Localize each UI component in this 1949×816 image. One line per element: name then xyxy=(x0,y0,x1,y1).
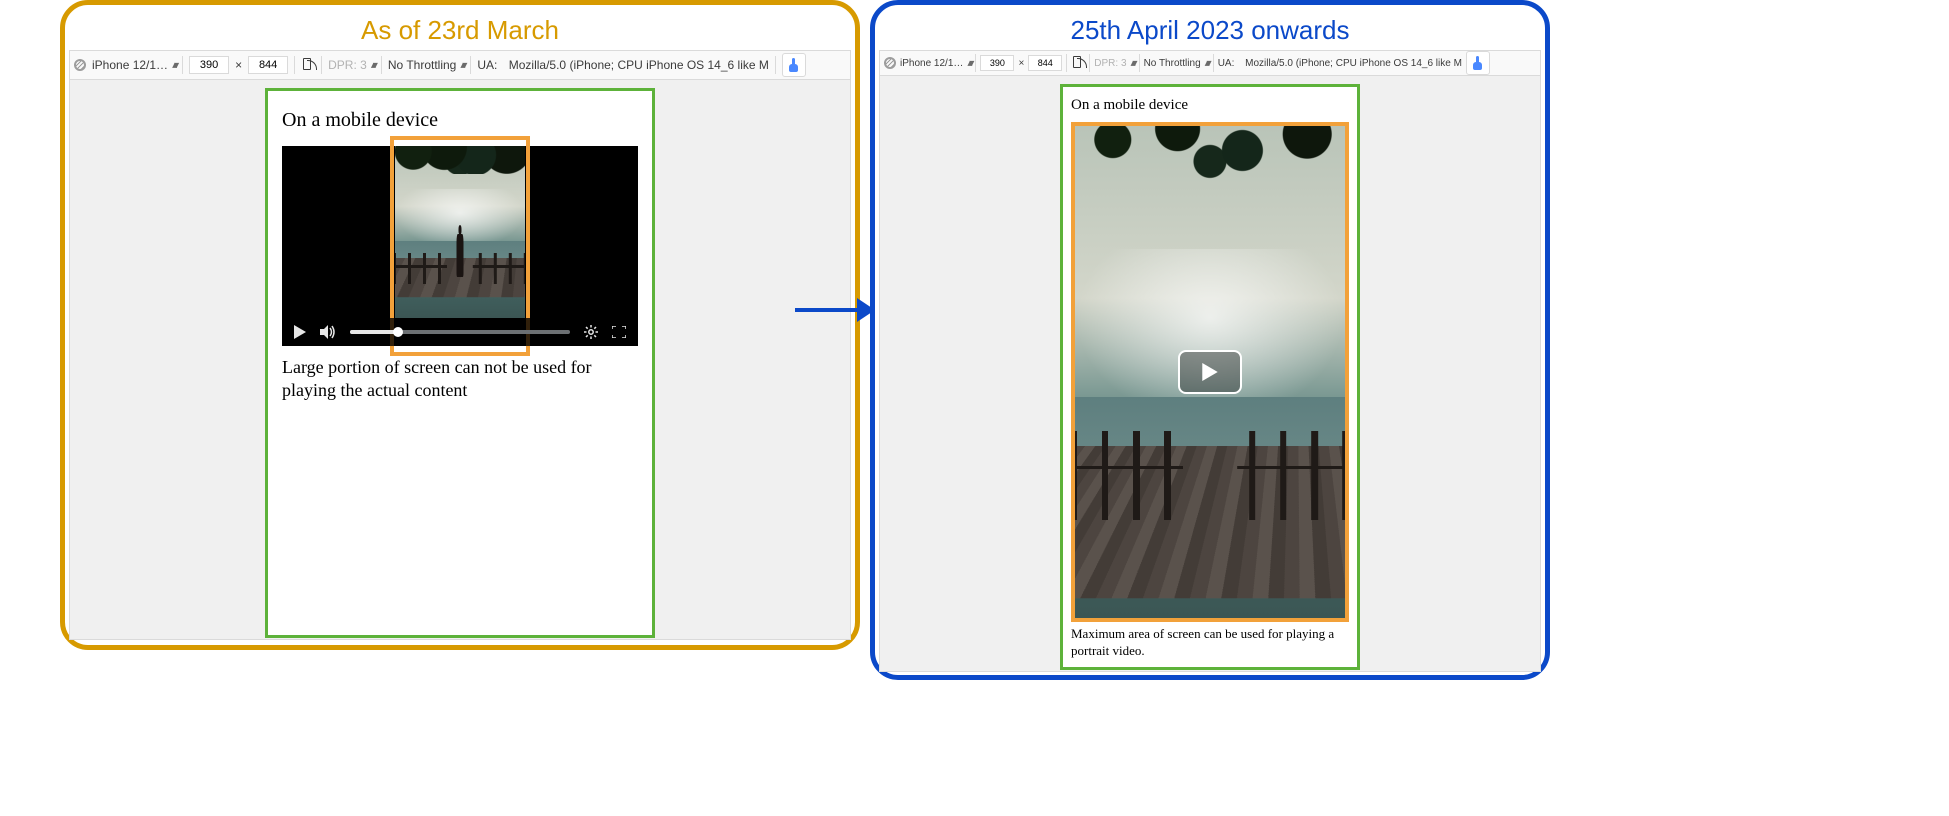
portrait-video-content xyxy=(395,146,525,318)
device-selector-label: iPhone 12/1… xyxy=(92,58,168,72)
width-input[interactable] xyxy=(980,55,1014,71)
after-panel-title: 25th April 2023 onwards xyxy=(875,15,1545,46)
page-caption: Large portion of screen can not be used … xyxy=(282,356,638,403)
dpr-label: DPR: 3 xyxy=(328,58,367,72)
updown-icon: ▴▾ xyxy=(172,60,176,71)
ua-field[interactable]: UA: Mozilla/5.0 (iPhone; CPU iPhone OS 1… xyxy=(1218,58,1462,69)
updown-icon: ▴▾ xyxy=(1131,58,1135,69)
volume-button[interactable] xyxy=(320,325,336,339)
volume-icon xyxy=(320,325,336,339)
transition-arrow xyxy=(795,298,875,322)
device-selector[interactable]: iPhone 12/1… ▴▾ xyxy=(92,58,176,72)
rotate-device-button[interactable] xyxy=(301,58,315,72)
device-viewport-left: On a mobile device xyxy=(69,80,851,640)
play-button[interactable] xyxy=(294,325,306,339)
rotate-device-icon xyxy=(1071,56,1085,70)
scrub-bar[interactable] xyxy=(350,330,570,334)
throttle-selector[interactable]: No Throttling ▴▾ xyxy=(1144,58,1209,69)
dpr-selector[interactable]: DPR: 3 ▴▾ xyxy=(1094,58,1134,69)
no-signal-icon xyxy=(74,59,86,71)
device-selector[interactable]: iPhone 12/1… ▴▾ xyxy=(900,58,971,69)
devtools-bar-right: iPhone 12/1… ▴▾ × DPR: 3 ▴▾ No Throttlin… xyxy=(879,50,1541,76)
dim-sep: × xyxy=(235,58,242,72)
settings-button[interactable] xyxy=(584,325,598,339)
throttle-label: No Throttling xyxy=(1144,58,1201,69)
touch-icon xyxy=(788,58,800,72)
updown-icon: ▴▾ xyxy=(1205,58,1209,69)
video-controls xyxy=(282,318,638,346)
device-selector-label: iPhone 12/1… xyxy=(900,58,963,69)
fullscreen-icon xyxy=(612,326,626,338)
video-player-letterboxed[interactable] xyxy=(282,146,638,346)
video-player-portrait[interactable] xyxy=(1071,122,1349,622)
height-input[interactable] xyxy=(248,56,288,74)
updown-icon: ▴▾ xyxy=(460,60,464,71)
ua-value: Mozilla/5.0 (iPhone; CPU iPhone OS 14_6 … xyxy=(509,58,769,72)
dpr-label: DPR: 3 xyxy=(1094,58,1126,69)
throttle-label: No Throttling xyxy=(388,58,456,72)
before-panel: As of 23rd March iPhone 12/1… ▴▾ × DPR: … xyxy=(60,0,860,650)
devtools-bar-left: iPhone 12/1… ▴▾ × DPR: 3 ▴▾ No Throttlin… xyxy=(69,50,851,80)
page-heading: On a mobile device xyxy=(282,109,638,132)
updown-icon: ▴▾ xyxy=(967,58,971,69)
page-heading: On a mobile device xyxy=(1071,97,1349,114)
gear-icon xyxy=(584,325,598,339)
play-overlay-button[interactable] xyxy=(1178,350,1242,394)
page-caption: Maximum area of screen can be used for p… xyxy=(1071,626,1349,660)
rotate-device-button[interactable] xyxy=(1071,56,1085,70)
touch-toggle[interactable] xyxy=(1466,51,1490,75)
ua-label: UA: xyxy=(477,58,497,72)
after-panel: 25th April 2023 onwards iPhone 12/1… ▴▾ … xyxy=(870,0,1550,680)
phone-frame-right: On a mobile device Maximum area of scree… xyxy=(1060,84,1360,670)
updown-icon: ▴▾ xyxy=(371,60,375,71)
ua-label: UA: xyxy=(1218,58,1235,69)
throttle-selector[interactable]: No Throttling ▴▾ xyxy=(388,58,465,72)
dpr-selector[interactable]: DPR: 3 ▴▾ xyxy=(328,58,375,72)
dim-sep: × xyxy=(1018,58,1024,69)
touch-toggle[interactable] xyxy=(782,53,806,77)
ua-value: Mozilla/5.0 (iPhone; CPU iPhone OS 14_6 … xyxy=(1245,58,1462,69)
device-viewport-right: On a mobile device Maximum area of scree… xyxy=(879,76,1541,672)
play-icon xyxy=(1202,363,1218,381)
touch-icon xyxy=(1472,56,1484,70)
ua-field[interactable]: UA: Mozilla/5.0 (iPhone; CPU iPhone OS 1… xyxy=(477,58,769,72)
rotate-device-icon xyxy=(301,58,315,72)
width-input[interactable] xyxy=(189,56,229,74)
before-panel-title: As of 23rd March xyxy=(65,15,855,46)
fullscreen-button[interactable] xyxy=(612,326,626,338)
no-signal-icon xyxy=(884,57,896,69)
phone-frame-left: On a mobile device xyxy=(265,88,655,638)
height-input[interactable] xyxy=(1028,55,1062,71)
play-icon xyxy=(294,325,306,339)
